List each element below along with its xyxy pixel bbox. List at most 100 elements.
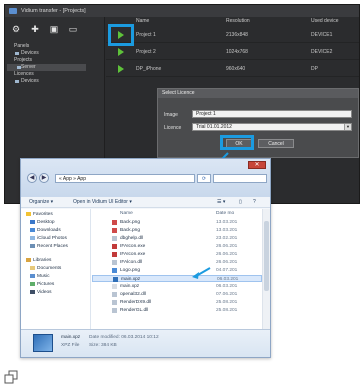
file-row[interactable]: openal32.dll 07.06.201 xyxy=(92,291,262,298)
nav-label: Downloads xyxy=(37,228,61,233)
file-name: main.xpz xyxy=(120,284,140,289)
file-dialog-toolbar: Organize ▾ Open in Vidium UI Editor ▾ ☰ … xyxy=(21,197,270,208)
column-header-device[interactable]: Used device xyxy=(311,17,339,26)
project-device: DEVICE2 xyxy=(311,49,333,55)
file-row[interactable]: Logo.png 04.07.201 xyxy=(92,267,262,274)
file-row[interactable]: dbghelp.dll 23.02.201 xyxy=(92,235,262,242)
file-name: IFAIcon.exe xyxy=(120,252,146,257)
tree-item-projects[interactable]: Projects xyxy=(5,57,104,64)
file-dialog-chrome: ✕ ◀ ▶ « App » App ⟳ xyxy=(21,159,270,197)
server-icon xyxy=(17,66,21,69)
project-device: DP xyxy=(311,66,318,72)
file-name: Back.png xyxy=(120,228,141,233)
nav-label: Videos xyxy=(37,290,52,295)
file-date: 26.06.201 xyxy=(216,260,238,265)
nav-label: Music xyxy=(37,274,50,279)
nav-icloud-photos[interactable]: iCloud Photos xyxy=(30,235,67,242)
play-icon[interactable] xyxy=(118,48,124,56)
window-icon[interactable]: ▭ xyxy=(68,24,78,34)
column-header-resolution[interactable]: Resolution xyxy=(226,17,250,26)
details-modified: Date modified: 06.03.2014 10:12 xyxy=(89,335,159,340)
xpz-file-icon xyxy=(113,277,118,282)
column-header-name[interactable]: Name xyxy=(120,210,133,217)
play-icon[interactable] xyxy=(118,65,124,73)
cancel-button[interactable]: Cancel xyxy=(258,139,294,148)
add-icon[interactable]: ✚ xyxy=(30,24,40,34)
file-row[interactable]: RenderGL.dll 25.08.201 xyxy=(92,307,262,314)
tree-item-label: Panels xyxy=(14,43,30,49)
tree-item-panels[interactable]: Panels xyxy=(5,43,104,50)
file-date: 26.06.201 xyxy=(216,244,238,249)
preview-pane-icon[interactable]: ▯ xyxy=(239,197,242,208)
nav-videos[interactable]: Videos xyxy=(30,289,52,296)
tree-item-server[interactable]: Server xyxy=(7,64,86,71)
desktop-icon xyxy=(30,219,35,224)
licence-label: Licence xyxy=(164,125,182,131)
pictures-icon xyxy=(30,281,35,286)
nav-libraries[interactable]: Libraries xyxy=(26,257,51,264)
table-row[interactable]: Project 1 2136x848 DEVICE1 xyxy=(106,27,359,43)
file-row[interactable]: main.xpz 06.03.201 xyxy=(92,283,262,290)
open-in-editor-button[interactable]: Open in Vidium UI Editor ▾ xyxy=(73,197,132,208)
settings-icon[interactable]: ⚙ xyxy=(11,24,21,34)
play-button-highlight xyxy=(108,24,134,46)
music-icon xyxy=(30,273,35,278)
videos-icon xyxy=(30,289,35,294)
dll-file-icon xyxy=(112,236,117,241)
save-icon[interactable]: ▣ xyxy=(49,24,59,34)
file-row[interactable]: IFAlcon.dll 26.06.201 xyxy=(92,259,262,266)
chevron-down-icon[interactable]: ▼ xyxy=(344,124,351,130)
address-bar[interactable]: « App » App xyxy=(55,174,195,183)
file-name: Back.png xyxy=(120,220,141,225)
file-row[interactable]: RenderDX9.dll 25.08.201 xyxy=(92,299,262,306)
dll-file-icon xyxy=(112,308,117,313)
nav-label: Favorites xyxy=(33,212,53,217)
file-name: IFAlcon.dll xyxy=(120,260,143,265)
nav-music[interactable]: Music xyxy=(30,273,50,280)
help-icon[interactable]: ? xyxy=(253,197,256,208)
ok-button-highlight xyxy=(220,135,254,150)
file-dialog-body: Favorites Desktop Downloads iCloud Photo… xyxy=(21,209,270,331)
column-header-date[interactable]: Date mo xyxy=(216,210,234,217)
nav-pictures[interactable]: Pictures xyxy=(30,281,54,288)
file-row[interactable]: Back.png 13.03.201 xyxy=(92,219,262,226)
project-resolution: 960x640 xyxy=(226,66,246,72)
licence-select[interactable]: Trial 01.01.2012 ▼ xyxy=(192,123,352,131)
recent-icon xyxy=(30,243,35,248)
file-row[interactable]: Back.png 13.03.201 xyxy=(92,227,262,234)
nav-label: iCloud Photos xyxy=(37,236,67,241)
scrollbar-thumb[interactable] xyxy=(264,221,269,291)
view-options-icon[interactable]: ☰ ▾ xyxy=(217,197,225,208)
column-header-name[interactable]: Name xyxy=(136,17,149,26)
star-icon xyxy=(26,211,31,216)
search-input[interactable] xyxy=(213,174,267,183)
nav-desktop[interactable]: Desktop xyxy=(30,219,55,226)
scrollbar[interactable] xyxy=(262,209,270,331)
file-row[interactable]: IFAIcon.exe 26.06.201 xyxy=(92,243,262,250)
table-row[interactable]: Project 2 1024x768 DEVICE2 xyxy=(106,44,359,60)
image-field[interactable]: Project 1 xyxy=(192,110,352,118)
project-device: DEVICE1 xyxy=(311,32,333,38)
nav-favorites[interactable]: Favorites xyxy=(26,211,53,218)
close-button[interactable]: ✕ xyxy=(248,161,266,169)
exe-file-icon xyxy=(112,244,117,249)
expand-icon[interactable] xyxy=(4,370,18,384)
exe-file-icon xyxy=(112,252,117,257)
project-resolution: 2136x848 xyxy=(226,32,248,38)
file-row[interactable]: IFAIcon.exe 26.06.201 xyxy=(92,251,262,258)
nav-documents[interactable]: Documents xyxy=(30,265,61,272)
forward-icon[interactable]: ▶ xyxy=(39,173,49,183)
file-row-selected[interactable]: main.xpz 06.03.201 xyxy=(92,275,262,282)
tree-item-devices[interactable]: Devices xyxy=(5,50,104,57)
nav-downloads[interactable]: Downloads xyxy=(30,227,61,234)
organize-button[interactable]: Organize ▾ xyxy=(29,197,53,208)
dll-file-icon xyxy=(112,260,117,265)
table-row[interactable]: DP_iPhone 960x640 DP xyxy=(106,61,359,77)
back-icon[interactable]: ◀ xyxy=(27,173,37,183)
tree-item-devices-2[interactable]: Devices xyxy=(5,78,104,85)
nav-label: Documents xyxy=(37,266,62,271)
nav-recent-places[interactable]: Recent Places xyxy=(30,243,68,250)
file-date: 25.08.201 xyxy=(216,300,238,305)
refresh-icon[interactable]: ⟳ xyxy=(197,174,211,183)
tree-item-licences[interactable]: Licences xyxy=(5,71,104,78)
